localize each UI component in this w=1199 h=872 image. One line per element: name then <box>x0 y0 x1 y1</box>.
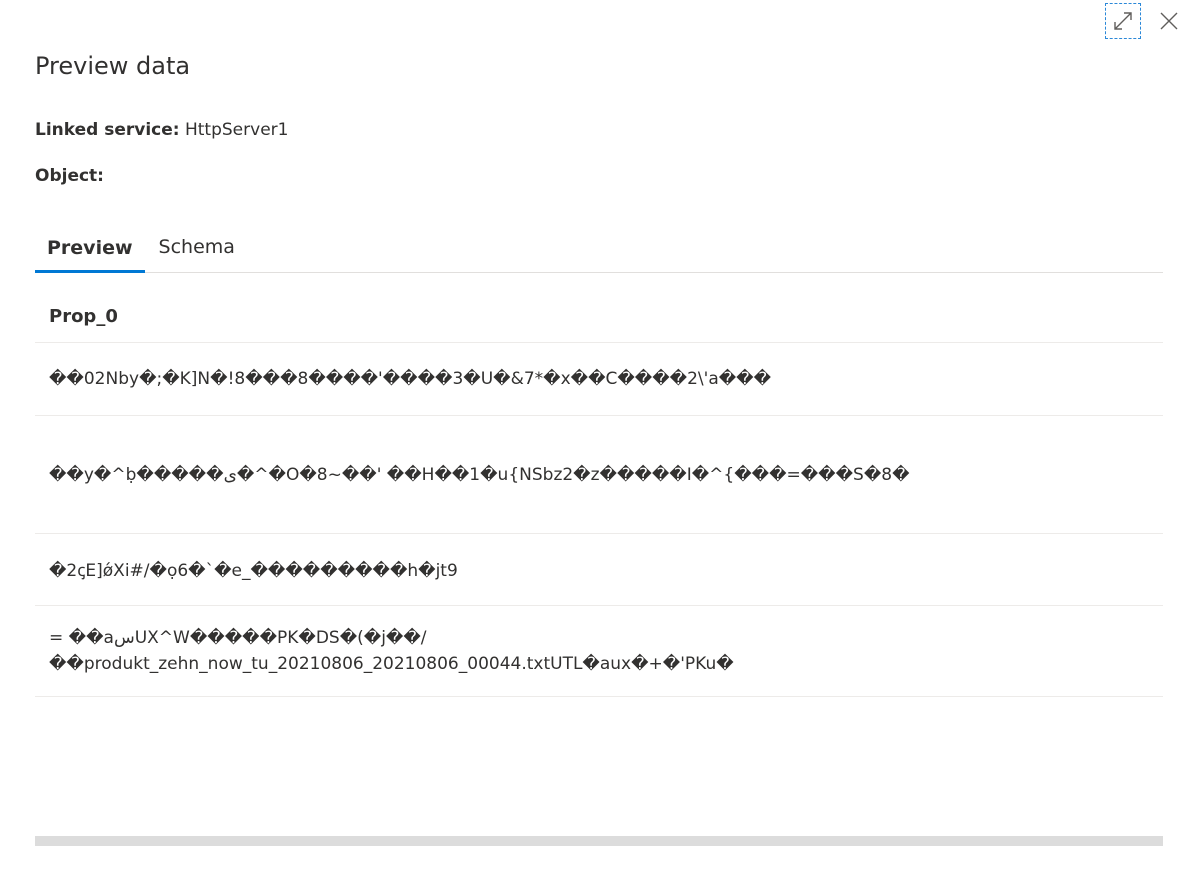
table-row: �2ꞔE]ǿXi#/�ọ6�`�e_���������h�jt9 <box>35 534 1163 606</box>
close-icon <box>1160 12 1178 30</box>
expand-icon <box>1114 12 1132 30</box>
table-row: ��02Nby�;�K]N�!8���8����'����3�U�&7*�x��… <box>35 343 1163 416</box>
cell-value: ��02Nby�;�K]N�!8���8����'����3�U�&7*�x��… <box>49 369 772 389</box>
panel-actions <box>1105 3 1187 39</box>
tab-bar: Preview Schema <box>35 222 1163 273</box>
linked-service-label: Linked service: <box>35 120 180 140</box>
preview-grid: Prop_0 ��02Nby�;�K]N�!8���8����'����3�U�… <box>35 290 1163 697</box>
page-title: Preview data <box>35 52 191 80</box>
tab-preview[interactable]: Preview <box>35 222 145 273</box>
close-button[interactable] <box>1151 3 1187 39</box>
expand-button[interactable] <box>1105 3 1141 39</box>
column-header-prop-0[interactable]: Prop_0 <box>35 290 1163 343</box>
tab-schema[interactable]: Schema <box>147 222 247 271</box>
linked-service-info: Linked service: HttpServer1 <box>35 120 288 140</box>
linked-service-value: HttpServer1 <box>184 120 289 140</box>
cell-value: ��y�^ḅ�����ی�^�O�8~��' ��H��1�u{NSbz2�z�… <box>49 464 910 485</box>
cell-value: �2ꞔE]ǿXi#/�ọ6�`�e_���������h�jt9 <box>49 561 458 581</box>
cell-value-line: = ��aسUX^W�����PK�DS�(�j��/ <box>49 628 427 648</box>
horizontal-scrollbar[interactable] <box>35 836 1163 846</box>
table-row: = ��aسUX^W�����PK�DS�(�j��/ ��produkt_ze… <box>35 606 1163 697</box>
table-row: ��y�^ḅ�����ی�^�O�8~��' ��H��1�u{NSbz2�z�… <box>35 416 1163 534</box>
preview-data-panel: Preview data Linked service: HttpServer1… <box>0 0 1199 872</box>
object-info: Object: <box>35 166 104 186</box>
object-label: Object: <box>35 166 104 186</box>
cell-value-line: ��produkt_zehn_now_tu_20210806_20210806_… <box>49 654 734 674</box>
